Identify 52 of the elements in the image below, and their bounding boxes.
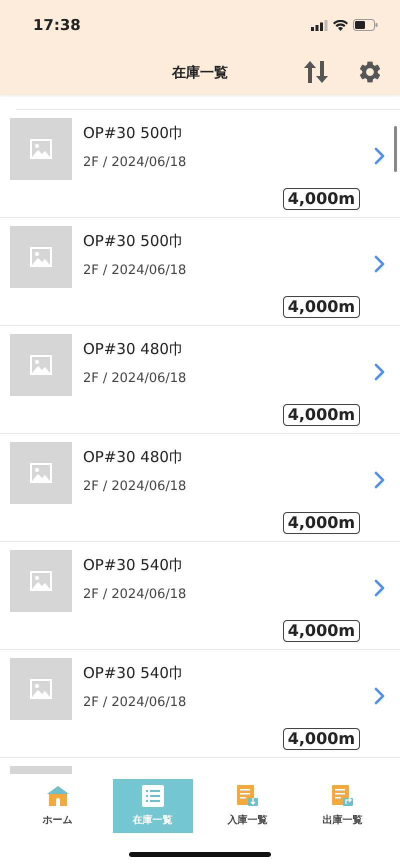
- page-title: 在庫一覧: [172, 64, 228, 82]
- chevron-icon: [374, 687, 385, 705]
- image-placeholder: [10, 658, 72, 720]
- item-title: OP#30 480巾: [83, 340, 185, 359]
- item-subtitle: 2F / 2024/06/18: [83, 371, 186, 386]
- item-title: OP#30 540巾: [83, 556, 185, 575]
- image-placeholder: [10, 118, 72, 180]
- quantity-badge: 4,000m: [282, 296, 360, 318]
- image-placeholder: [10, 226, 72, 288]
- chevron-icon: [374, 579, 385, 597]
- inventory-item[interactable]: OP#30 500巾 2F / 2024/06/18 4,000m: [0, 110, 400, 218]
- tab[interactable]: 出庫一覧: [302, 779, 382, 833]
- item-subtitle: 2F / 2024/06/18: [83, 695, 186, 710]
- chevron-icon: [374, 363, 385, 381]
- sort-icon[interactable]: [304, 59, 328, 85]
- signal-icon: [311, 20, 328, 30]
- list-icon: [142, 785, 164, 807]
- item-subtitle: 2F / 2024/06/18: [83, 263, 186, 278]
- chevron-icon: [374, 147, 385, 165]
- image-placeholder: [10, 550, 72, 612]
- item-subtitle: 2F / 2024/06/18: [83, 155, 186, 170]
- house-icon: [46, 785, 68, 807]
- item-subtitle: 2F / 2024/06/18: [83, 587, 186, 602]
- inventory-item[interactable]: OP#30 480巾 2F / 2024/06/18 4,000m: [0, 434, 400, 542]
- item-title: OP#30 500巾: [83, 124, 185, 143]
- quantity-badge: 4,000m: [282, 188, 360, 210]
- chevron-icon: [374, 471, 385, 489]
- item-subtitle: 2F / 2024/06/18: [83, 479, 186, 494]
- scrollbar: [394, 126, 397, 172]
- item-title: OP#30 540巾: [83, 664, 185, 683]
- image-placeholder: [10, 442, 72, 504]
- quantity-badge: 4,000m: [282, 404, 360, 426]
- quantity-badge: 4,000m: [282, 620, 360, 642]
- image-placeholder: [10, 334, 72, 396]
- chevron-icon: [374, 255, 385, 273]
- settings-icon[interactable]: [357, 59, 383, 85]
- status-time: 17:38: [33, 16, 81, 34]
- battery-icon: [353, 19, 378, 31]
- document-download-icon: [236, 785, 258, 807]
- inventory-item[interactable]: OP#30 500巾 2F / 2024/06/18 4,000m: [0, 218, 400, 326]
- tab[interactable]: 入庫一覧: [208, 779, 288, 833]
- item-title: OP#30 500巾: [83, 232, 185, 251]
- item-title: OP#30 480巾: [83, 448, 185, 467]
- inventory-item[interactable]: OP#30 480巾 2F / 2024/06/18 4,000m: [0, 326, 400, 434]
- quantity-badge: 4,000m: [282, 512, 360, 534]
- document-upload-icon: [332, 785, 354, 807]
- inventory-item[interactable]: OP#30 540巾 2F / 2024/06/18 4,000m: [0, 650, 400, 758]
- quantity-badge: 4,000m: [282, 728, 360, 750]
- inventory-item[interactable]: OP#30 540巾 2F / 2024/06/18 4,000m: [0, 542, 400, 650]
- image-placeholder: [10, 766, 72, 774]
- wifi-icon: [333, 20, 348, 30]
- tab[interactable]: ホーム: [18, 779, 98, 833]
